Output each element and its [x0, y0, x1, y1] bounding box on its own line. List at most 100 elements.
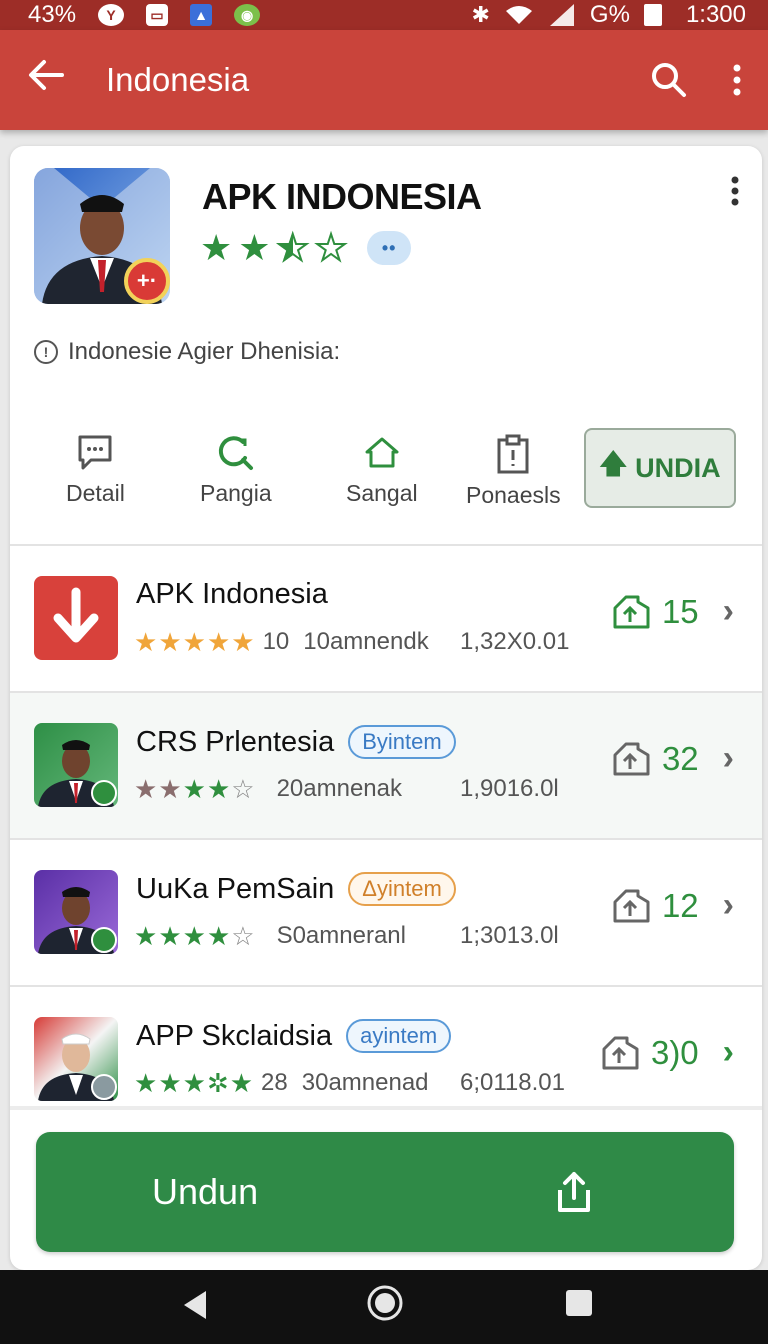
star-icon: ★ — [134, 774, 158, 804]
list-item-download: 12 › — [612, 886, 734, 925]
clock-time: 1:300 — [685, 1, 746, 28]
list-item-tag: ayintem — [346, 1019, 452, 1053]
star-icon: ★ — [182, 774, 206, 804]
star-icon: ★ — [134, 1068, 158, 1098]
list-item-download: 32 › — [612, 739, 734, 778]
search-refresh-icon — [218, 436, 253, 470]
list-item-meta: ★ ★ ★ ★ ☆ 20amnenak 1,9016.0l — [134, 775, 559, 803]
star-icon: ★ — [182, 627, 206, 657]
action-pangia[interactable]: Pangia — [200, 434, 272, 507]
action-ponaesls[interactable]: Ponaesls — [466, 434, 561, 509]
rating-stars: ★ ★ ★ ★ ☆ — [134, 776, 255, 802]
home-icon — [365, 437, 399, 468]
app-list: APK Indonesia ★ ★ ★ ★ ★ 10 10amnendk 1,32X0.… — [10, 546, 762, 1134]
star-half-icon: ★ — [276, 227, 310, 268]
list-item-size: 6;0118.01 — [460, 1069, 565, 1096]
info-icon: ! — [34, 340, 58, 364]
action-sangal[interactable]: Sangal — [346, 434, 418, 507]
app-detail-card: +· APK INDONESIA ★ ★ ★ ★ •• ! Indonesie … — [10, 146, 762, 1270]
card-overflow-menu-icon[interactable] — [730, 176, 740, 206]
list-item-subtitle: 30amnenad — [301, 1069, 429, 1096]
download-app-icon — [34, 576, 118, 660]
app-rating: ★ ★ ★ ★ •• — [200, 227, 412, 268]
action-row: Detail Pangia Sangal Ponaesls 🡅 UNDIA — [10, 428, 762, 518]
star-icon: ★ — [158, 627, 182, 657]
action-detail[interactable]: Detail — [66, 434, 125, 507]
search-icon[interactable] — [650, 61, 688, 99]
more-options-pill[interactable]: •• — [367, 231, 412, 265]
list-item[interactable]: APK Indonesia ★ ★ ★ ★ ★ 10 10amnendk 1,32X0.… — [10, 546, 762, 693]
notification-doc-icon: ▭ — [146, 4, 169, 26]
list-item-name: APK Indonesia — [136, 578, 328, 610]
list-item[interactable]: UuKa PemSain Δyintem ★ ★ ★ ★ ☆ S0amneranl 1;… — [10, 840, 762, 987]
app-title: APK INDONESIA — [202, 176, 482, 217]
star-icon: ★ — [158, 774, 182, 804]
overflow-menu-icon[interactable] — [732, 64, 742, 96]
download-count-icon — [613, 742, 650, 775]
list-item[interactable]: CRS Prlentesia Byintem ★ ★ ★ ★ ☆ 20amnenak 1… — [10, 693, 762, 840]
list-item-tag: Δyintem — [348, 872, 456, 906]
download-count: 32 — [661, 739, 699, 777]
signal-icon — [549, 4, 574, 26]
download-count-icon — [602, 1036, 639, 1069]
info-line: ! Indonesie Agier Dhenisia: — [34, 338, 340, 366]
download-count-icon — [613, 595, 650, 628]
upload-arrow-icon: 🡅 — [599, 449, 628, 479]
person-portrait-icon — [38, 740, 117, 807]
back-arrow-icon[interactable] — [26, 57, 74, 103]
status-bar: 43% Y ▭ ▲ ◉ ✱ G% 1:300 — [0, 0, 768, 30]
star-empty-icon: ☆ — [231, 921, 255, 951]
install-button-label: UNDIA — [635, 452, 721, 483]
list-item-subtitle: S0amneranl — [276, 922, 406, 949]
chevron-right-icon: › — [722, 1033, 734, 1071]
nav-back-icon[interactable] — [180, 1288, 210, 1322]
nav-recents-icon[interactable] — [564, 1288, 594, 1318]
download-button[interactable]: Undun — [36, 1132, 734, 1252]
app-icon — [34, 723, 118, 807]
star-icon: ★ — [206, 627, 231, 657]
star-icon: ★ — [182, 921, 206, 951]
star-full-icon: ★ — [238, 227, 271, 268]
download-count: 12 — [661, 886, 699, 924]
download-count-icon — [613, 889, 650, 922]
download-count: 3)0 — [650, 1033, 699, 1071]
bluetooth-icon: ✱ — [471, 2, 490, 27]
chevron-right-icon: › — [722, 739, 734, 777]
star-icon: ★ — [182, 1068, 206, 1098]
star-icon: ★ — [206, 921, 231, 951]
star-icon: ★ — [134, 627, 158, 657]
app-icon — [34, 1017, 118, 1101]
download-count: 15 — [661, 592, 699, 630]
list-item-meta: ★ ★ ★ ✲ ★ 28 30amnenad 6;0118.01 — [134, 1069, 565, 1097]
star-icon: ★ — [158, 1068, 182, 1098]
list-item[interactable]: APP Skclaidsia ayintem ★ ★ ★ ✲ ★ 28 30amnena… — [10, 987, 762, 1134]
list-item-tag: Byintem — [348, 725, 456, 759]
chevron-right-icon: › — [722, 592, 734, 630]
install-button[interactable]: 🡅 UNDIA — [584, 428, 736, 508]
app-bar: Indonesia — [0, 30, 768, 130]
person-portrait-icon — [38, 887, 117, 954]
list-item-size: 1,9016.0l — [460, 775, 559, 802]
list-item-meta: ★ ★ ★ ★ ☆ S0amneranl 1;3013.0l — [134, 922, 559, 950]
rating-count: 28 — [261, 1069, 288, 1096]
chevron-right-icon: › — [722, 886, 734, 924]
list-item-subtitle: 10amnendk — [303, 628, 429, 655]
nav-home-icon[interactable] — [366, 1284, 404, 1322]
star-empty-icon: ☆ — [231, 774, 255, 804]
star-icon: ★ — [206, 774, 231, 804]
rating-stars: ★ ★ ★ ★ ★ — [134, 629, 255, 655]
star-full-icon: ★ — [200, 227, 233, 268]
person-portrait-icon — [38, 1033, 117, 1101]
star-icon: ✲ — [206, 1068, 229, 1098]
app-icon — [34, 870, 118, 954]
rating-count: 10 — [262, 628, 290, 655]
list-item-subtitle: 20amnenak — [276, 775, 402, 802]
action-pangia-label: Pangia — [200, 480, 272, 506]
list-item-name: UuKa PemSain Δyintem — [136, 872, 456, 906]
star-icon: ★ — [231, 627, 255, 657]
battery-icon — [643, 4, 662, 26]
rating-stars: ★ ★ ★ ✲ ★ — [134, 1070, 253, 1096]
share-icon — [558, 1172, 590, 1212]
rating-stars: ★ ★ ★ ★ ☆ — [134, 923, 255, 949]
data-status-text: G% — [589, 1, 630, 28]
